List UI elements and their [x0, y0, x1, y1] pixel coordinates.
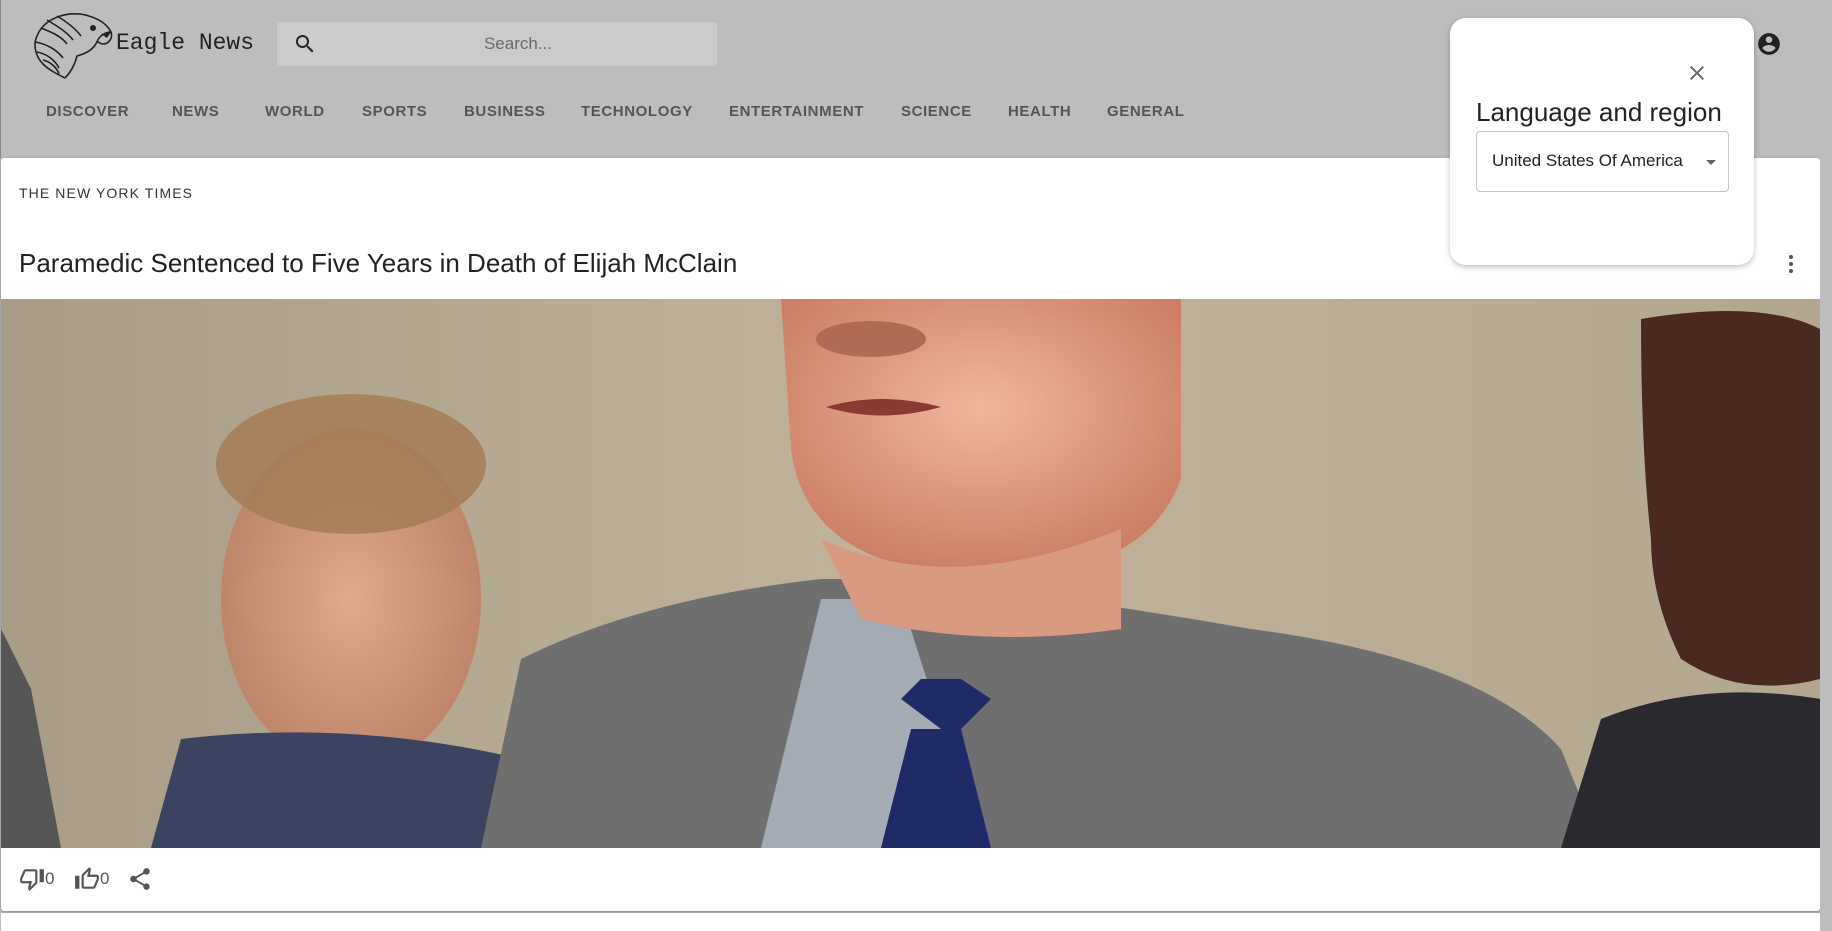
- nav-news[interactable]: NEWS: [172, 103, 219, 120]
- nav-technology[interactable]: TECHNOLOGY: [581, 103, 693, 120]
- category-nav: DISCOVER NEWS WORLD SPORTS BUSINESS TECH…: [1, 103, 1301, 127]
- dislike-button[interactable]: 0: [19, 864, 54, 894]
- search-icon[interactable]: [293, 32, 317, 56]
- nav-discover[interactable]: DISCOVER: [46, 103, 129, 120]
- thumb-down-icon: [20, 869, 44, 891]
- eagle-logo-icon[interactable]: [27, 6, 117, 82]
- brand-name[interactable]: Eagle News: [116, 30, 254, 56]
- dropdown-arrow-icon: [1706, 160, 1716, 165]
- close-icon[interactable]: [1685, 61, 1709, 85]
- language-region-popup: Language and region United States Of Ame…: [1450, 18, 1754, 265]
- nav-world[interactable]: WORLD: [265, 103, 325, 120]
- article-image[interactable]: [1, 299, 1820, 848]
- nav-sports[interactable]: SPORTS: [362, 103, 427, 120]
- article-source: THE NEW YORK TIMES: [19, 185, 194, 201]
- next-card-edge: [1, 913, 1820, 931]
- share-icon: [130, 868, 150, 890]
- region-select[interactable]: United States Of America: [1476, 131, 1729, 192]
- like-count: 0: [100, 869, 110, 888]
- nav-science[interactable]: SCIENCE: [901, 103, 972, 120]
- popup-title: Language and region: [1476, 97, 1722, 127]
- article-actions: 0 0: [19, 864, 219, 894]
- more-vert-icon[interactable]: [1779, 252, 1803, 276]
- nav-health[interactable]: HEALTH: [1008, 103, 1071, 120]
- share-button[interactable]: [127, 864, 153, 894]
- dislike-count: 0: [45, 869, 55, 888]
- page-scroll-gutter: [1820, 158, 1832, 931]
- like-button[interactable]: 0: [74, 864, 109, 894]
- nav-entertainment[interactable]: ENTERTAINMENT: [729, 103, 864, 120]
- nav-business[interactable]: BUSINESS: [464, 103, 546, 120]
- account-circle-icon[interactable]: [1756, 31, 1782, 57]
- nav-general[interactable]: GENERAL: [1107, 103, 1185, 120]
- thumb-up-icon: [75, 867, 99, 889]
- article-headline[interactable]: Paramedic Sentenced to Five Years in Dea…: [19, 248, 737, 279]
- search-input[interactable]: [333, 22, 703, 66]
- search-bar[interactable]: [277, 22, 717, 66]
- article-card[interactable]: THE NEW YORK TIMES Paramedic Sentenced t…: [1, 158, 1820, 911]
- region-select-value: United States Of America: [1492, 151, 1683, 170]
